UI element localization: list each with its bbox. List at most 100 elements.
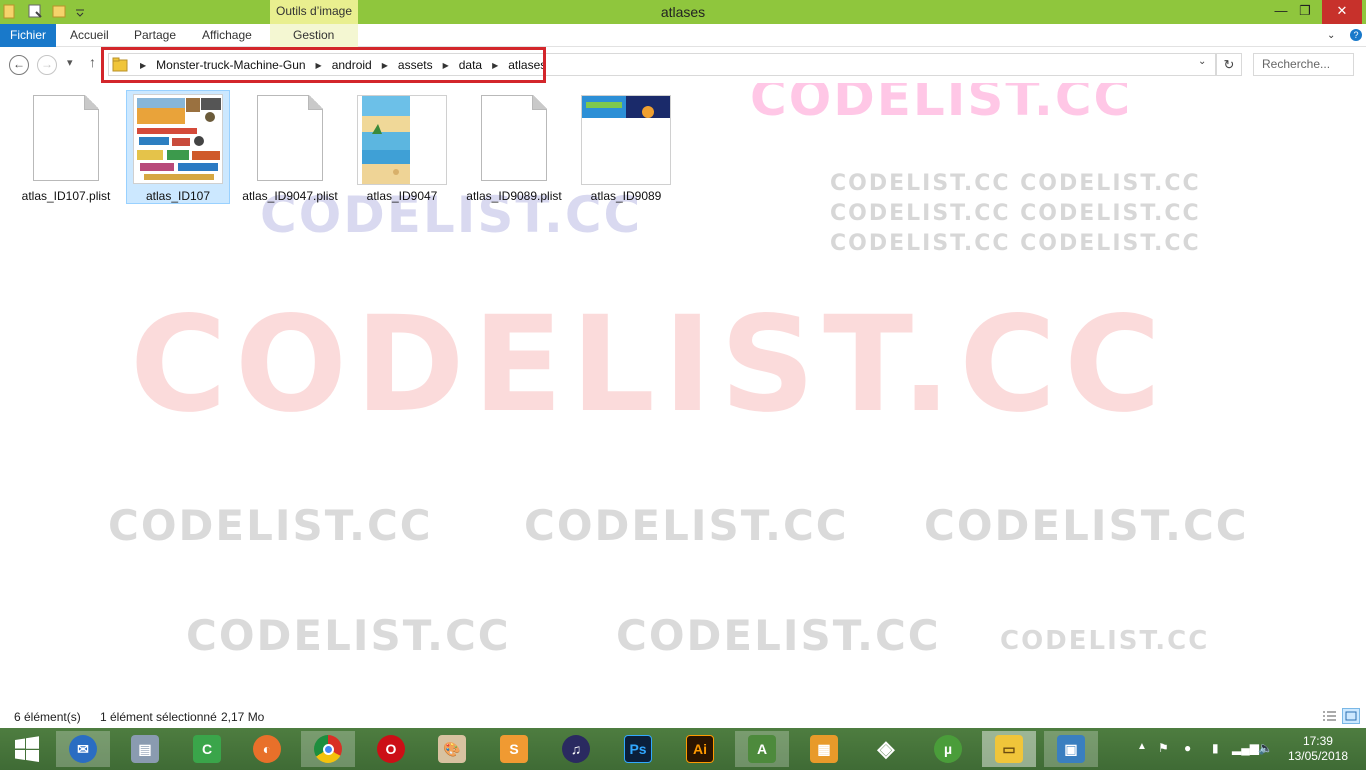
selection-info: 1 élément sélectionné: [100, 710, 217, 724]
audio-icon: ♫: [562, 735, 590, 763]
action-center-flag-icon[interactable]: ⚑: [1158, 741, 1169, 755]
photoshop-icon: Ps: [624, 735, 652, 763]
show-hidden-icons-icon[interactable]: ▲: [1137, 741, 1147, 752]
tab-accueil[interactable]: Accueil: [70, 24, 109, 47]
tab-affichage[interactable]: Affichage: [202, 24, 252, 47]
file-name: atlas_ID107: [145, 189, 211, 203]
file-item[interactable]: atlas_ID9089: [574, 91, 678, 205]
sublime-icon: S: [500, 735, 528, 763]
recent-locations-icon[interactable]: ▾: [67, 56, 73, 69]
watermark: CODELIST.CC: [616, 611, 941, 660]
watermark: CODELIST.CC: [524, 501, 849, 550]
taskbar-app[interactable]: C: [180, 731, 234, 767]
network-globe-icon[interactable]: ●: [1184, 741, 1191, 755]
taskbar-app[interactable]: 🎨: [425, 731, 479, 767]
file-item[interactable]: atlas_ID9089.plist: [462, 91, 566, 205]
taskbar-app[interactable]: Ps: [611, 731, 665, 767]
file-name: atlas_ID107.plist: [21, 189, 111, 203]
watermark: CODELIST.CC CODELIST.CC: [830, 171, 1201, 196]
volume-icon[interactable]: 🔈: [1258, 741, 1273, 755]
breadcrumb-highlight: [101, 47, 546, 83]
watermark: CODELIST.CC: [1000, 626, 1210, 656]
atlas-image-thumbnail: [357, 95, 447, 185]
opera-icon: O: [377, 735, 405, 763]
thunderbird-icon: ✉: [69, 735, 97, 763]
plist-file-icon: [257, 95, 323, 181]
title-bar: Outils d’image atlases — ❐ ✕: [0, 0, 1366, 24]
taskbar: ✉ ▤ C ◐ O 🎨 S ♫ Ps Ai A ▦ ◈ µ ▭ ▣ ▲ ⚑ ● …: [0, 728, 1366, 770]
up-button[interactable]: ↑: [89, 54, 96, 70]
taskbar-app[interactable]: ◐: [240, 731, 294, 767]
watermark: CODELIST.CC CODELIST.CC: [830, 231, 1201, 256]
taskbar-app[interactable]: ◈: [859, 731, 913, 767]
taskbar-app[interactable]: ♫: [549, 731, 603, 767]
search-input[interactable]: Recherche...: [1253, 53, 1354, 76]
taskbar-app[interactable]: [301, 731, 355, 767]
refresh-button[interactable]: ↻: [1216, 53, 1242, 76]
file-explorer-icon: ▭: [995, 735, 1023, 763]
status-bar: 6 élément(s) 1 élément sélectionné 2,17 …: [0, 706, 1366, 728]
back-button[interactable]: ←: [9, 55, 29, 75]
ribbon-expand-icon[interactable]: ⌄: [1327, 24, 1335, 47]
watermark: CODELIST.CC: [108, 501, 433, 550]
taskbar-app[interactable]: Ai: [673, 731, 727, 767]
large-icons-view-icon[interactable]: [1342, 708, 1360, 724]
address-row: ← → ▾ ↑ ▶ Monster-truck-Machine-Gun ▶ an…: [0, 47, 1366, 83]
file-item[interactable]: atlas_ID107: [126, 90, 230, 204]
clock-date: 13/05/2018: [1287, 749, 1348, 763]
atlas-image-thumbnail: [581, 95, 671, 185]
tab-gestion[interactable]: Gestion: [293, 24, 334, 47]
selection-size: 2,17 Mo: [221, 710, 265, 724]
taskbar-app[interactable]: O: [364, 731, 418, 767]
taskbar-app[interactable]: ▦: [797, 731, 851, 767]
tab-fichier[interactable]: Fichier: [0, 24, 56, 47]
address-dropdown-icon[interactable]: ⌄: [1198, 56, 1206, 67]
android-icon: A: [748, 735, 776, 763]
file-server-icon: ▤: [131, 735, 159, 763]
unity-icon: ◈: [877, 736, 895, 761]
item-count: 6 élément(s): [14, 710, 81, 724]
watermark: CODELIST.CC CODELIST.CC: [830, 201, 1201, 226]
file-item[interactable]: atlas_ID107.plist: [14, 91, 118, 205]
file-name: atlas_ID9047: [366, 189, 438, 203]
atlas-image-thumbnail: [133, 94, 223, 184]
forward-button[interactable]: →: [37, 55, 57, 75]
chrome-icon: [314, 735, 342, 763]
firefox-icon: ◐: [253, 735, 281, 763]
photos-icon: ▣: [1057, 735, 1085, 763]
help-icon[interactable]: ?: [1350, 29, 1362, 41]
taskbar-app[interactable]: A: [735, 731, 789, 767]
file-name: atlas_ID9047.plist: [242, 189, 338, 203]
details-view-icon[interactable]: [1320, 708, 1338, 724]
taskbar-app[interactable]: ✉: [56, 731, 110, 767]
battery-icon[interactable]: ▮: [1212, 741, 1219, 755]
file-item[interactable]: atlas_ID9047: [350, 91, 454, 205]
paint-icon: 🎨: [438, 735, 466, 763]
illustrator-icon: Ai: [686, 735, 714, 763]
taskbar-app[interactable]: ▭: [982, 731, 1036, 767]
tab-partage[interactable]: Partage: [134, 24, 176, 47]
maximize-button[interactable]: ❐: [1288, 0, 1322, 24]
android-studio-icon: C: [193, 735, 221, 763]
window-title: atlases: [660, 4, 706, 20]
ribbon-tabs: Fichier Accueil Partage Affichage Gestio…: [0, 24, 1366, 47]
taskbar-app[interactable]: ▤: [118, 731, 172, 767]
clock-time: 17:39: [1302, 734, 1333, 748]
file-name: atlas_ID9089.plist: [466, 189, 562, 203]
utorrent-icon: µ: [934, 735, 962, 763]
file-item[interactable]: atlas_ID9047.plist: [238, 91, 342, 205]
start-icon: [15, 736, 39, 762]
start-button[interactable]: [0, 731, 54, 767]
close-button[interactable]: ✕: [1322, 0, 1362, 24]
wifi-signal-icon[interactable]: ▂▄▆: [1232, 741, 1259, 755]
watermark: CODELIST.CC: [924, 501, 1249, 550]
watermark: CODELIST.CC: [186, 611, 511, 660]
taskbar-app[interactable]: S: [487, 731, 541, 767]
plist-file-icon: [481, 95, 547, 181]
taskbar-app[interactable]: ▣: [1044, 731, 1098, 767]
taskbar-app[interactable]: µ: [921, 731, 975, 767]
plist-file-icon: [33, 95, 99, 181]
file-list[interactable]: CODELIST.CC CODELIST.CC CODELIST.CC CODE…: [0, 83, 1366, 706]
clock[interactable]: 17:39 13/05/2018: [1288, 734, 1348, 764]
watermark: CODELIST.CC: [130, 288, 1170, 442]
